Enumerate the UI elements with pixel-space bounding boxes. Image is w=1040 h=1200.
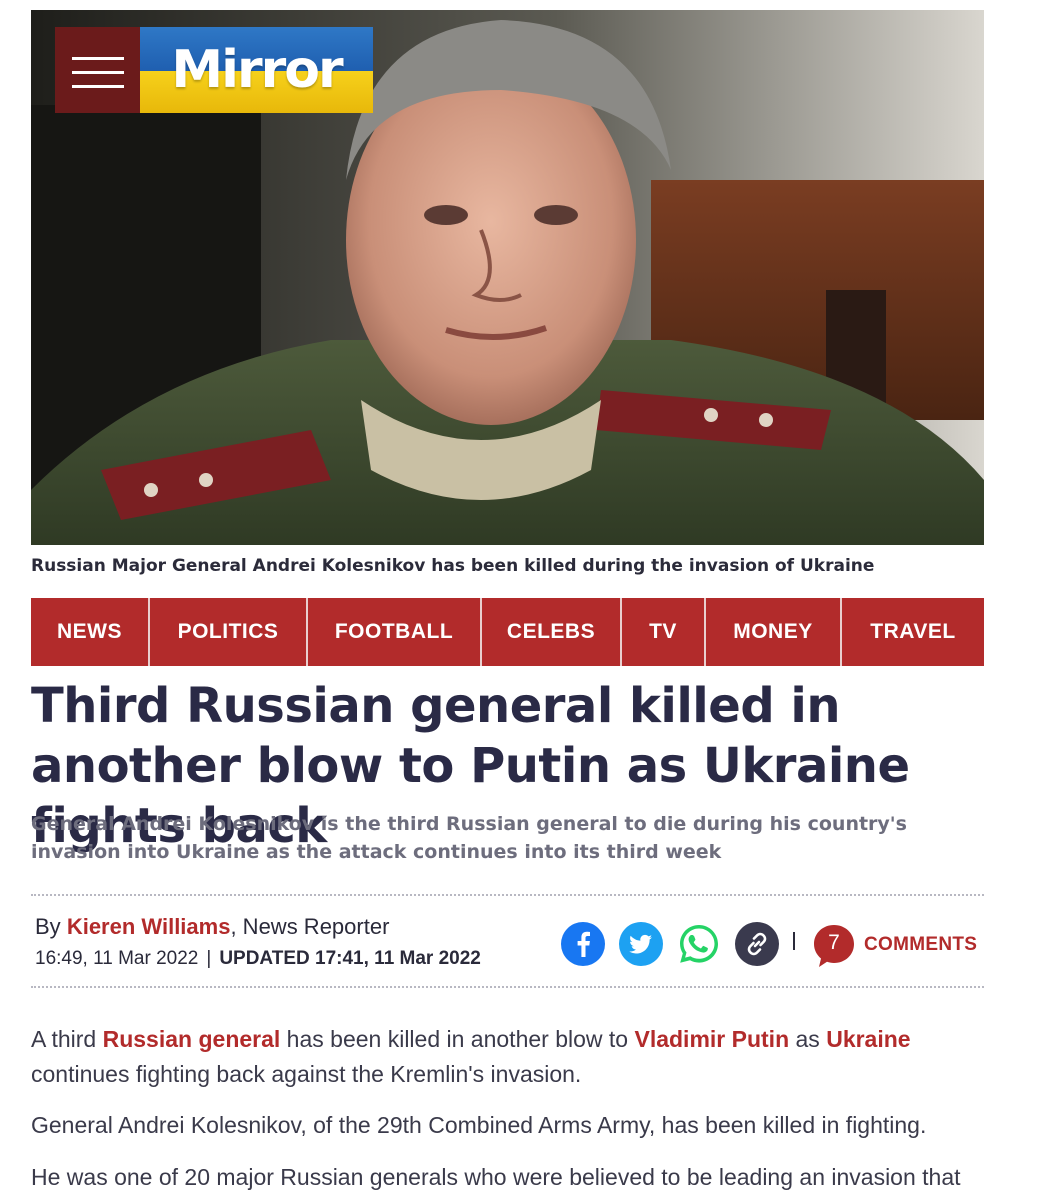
image-caption: Russian Major General Andrei Kolesnikov …	[31, 556, 875, 576]
link-ukraine[interactable]: Ukraine	[826, 1026, 910, 1052]
link-vladimir-putin[interactable]: Vladimir Putin	[634, 1026, 789, 1052]
mirror-logo[interactable]: Mirror	[140, 27, 373, 113]
author-link[interactable]: Kieren Williams	[67, 914, 231, 939]
nav-item-politics[interactable]: POLITICS	[150, 598, 308, 666]
comments-button[interactable]: 7 COMMENTS	[812, 922, 977, 968]
nav-item-celebs[interactable]: CELEBS	[482, 598, 622, 666]
hamburger-menu-icon-bar	[72, 71, 124, 74]
comment-count: 7	[828, 931, 840, 954]
share-divider	[793, 932, 795, 950]
article-paragraph-2: General Andrei Kolesnikov, of the 29th C…	[31, 1112, 927, 1138]
comment-bubble-icon: 7	[812, 923, 856, 967]
byline-prefix: By	[35, 914, 61, 939]
article-paragraph-1: A third Russian general has been killed …	[31, 1022, 991, 1092]
article-page: Mirror Russian Major General Andrei Kole…	[0, 0, 1040, 1200]
twitter-icon	[629, 934, 652, 954]
divider	[31, 986, 984, 988]
facebook-share-button[interactable]	[561, 922, 605, 966]
link-icon	[747, 932, 767, 956]
nav-item-football[interactable]: FOOTBALL	[308, 598, 482, 666]
nav-item-money[interactable]: MONEY	[706, 598, 842, 666]
dateline-separator: |	[206, 948, 212, 969]
menu-button[interactable]	[55, 27, 140, 113]
hamburger-menu-icon	[72, 57, 124, 60]
whatsapp-share-button[interactable]	[677, 922, 721, 966]
facebook-icon	[577, 931, 590, 957]
paragraph-text: A third	[31, 1026, 103, 1052]
link-russian-general[interactable]: Russian general	[103, 1026, 281, 1052]
dateline: 16:49, 11 Mar 2022 | UPDATED 17:41, 11 Mar…	[35, 948, 481, 970]
byline: By Kieren Williams, News Reporter	[35, 914, 389, 940]
logo-text: Mirror	[171, 40, 343, 100]
whatsapp-icon	[680, 925, 718, 963]
twitter-share-button[interactable]	[619, 922, 663, 966]
paragraph-text: continues fighting back against the Krem…	[31, 1061, 582, 1087]
article-paragraph-3: He was one of 20 major Russian generals …	[31, 1164, 961, 1190]
nav-item-news[interactable]: NEWS	[31, 598, 150, 666]
nav-item-travel[interactable]: TRAVEL	[842, 598, 984, 666]
article-standfirst: General Andrei Kolesnikov is the third R…	[31, 813, 907, 863]
published-time: 16:49, 11 Mar 2022	[35, 948, 199, 969]
updated-time: UPDATED 17:41, 11 Mar 2022	[219, 948, 481, 969]
section-nav: NEWS POLITICS FOOTBALL CELEBS TV MONEY T…	[31, 598, 984, 666]
copy-link-button[interactable]	[735, 922, 779, 966]
divider	[31, 894, 984, 896]
paragraph-text: as	[789, 1026, 827, 1052]
paragraph-text: has been killed in another blow to	[280, 1026, 635, 1052]
nav-item-tv[interactable]: TV	[622, 598, 706, 666]
hamburger-menu-icon-bar	[72, 85, 124, 88]
author-role: , News Reporter	[230, 914, 390, 939]
comments-label: COMMENTS	[864, 934, 978, 955]
